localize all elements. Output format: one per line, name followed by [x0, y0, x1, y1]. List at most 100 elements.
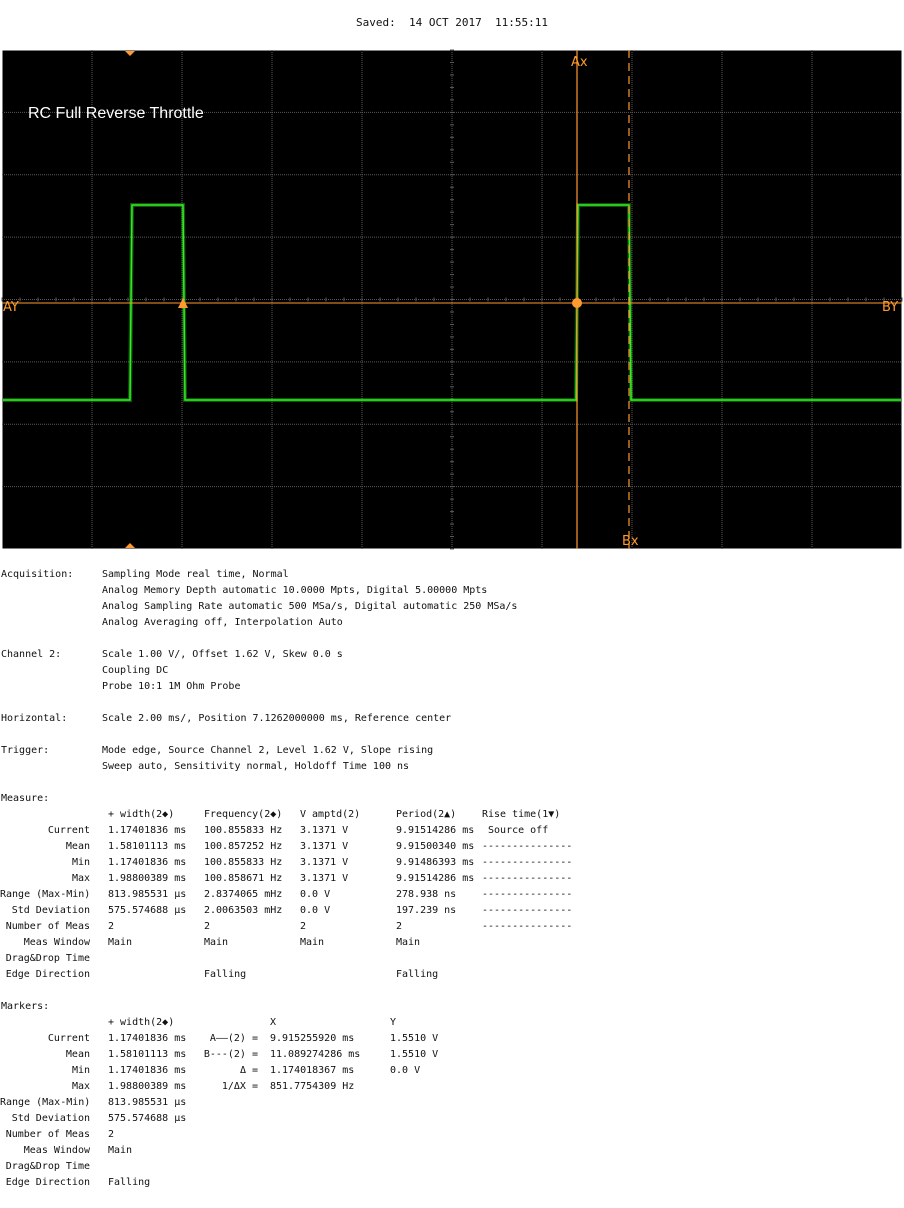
acquisition-line: Sampling Mode real time, Normal [102, 569, 289, 580]
measure-cell: 100.855833 Hz [204, 825, 283, 836]
channel2-line: Coupling DC [102, 665, 169, 676]
measure-column-header: Frequency(2◆) [204, 809, 283, 820]
waveform-graticule: RC Full Reverse Throttle Ax Bx AY BY [0, 48, 904, 551]
markers-y-cell: 1.5510 V [390, 1033, 439, 1044]
markers-width-cell: 1.17401836 ms [108, 1033, 187, 1044]
markers-row-label: Current [47, 1033, 90, 1044]
markers-width-cell: 1.98800389 ms [108, 1081, 187, 1092]
measure-cell: 813.985531 µs [108, 889, 187, 900]
measure-cell: 3.1371 V [300, 873, 349, 884]
measure-cell: 1.17401836 ms [108, 825, 187, 836]
measure-column-header: V amptd(2) [300, 809, 361, 820]
measure-cell: 3.1371 V [300, 841, 349, 852]
measure-cell: 2 [300, 921, 307, 932]
measure-row-label: Number of Meas [5, 921, 90, 932]
measure-row-label: Range (Max-Min) [0, 889, 91, 900]
measure-cell: Main [300, 937, 325, 948]
measure-label: Measure: [1, 793, 50, 804]
markers-width-cell: 813.985531 µs [108, 1097, 187, 1108]
measure-cell: 0.0 V [300, 905, 331, 916]
measure-cell: 575.574688 µs [108, 905, 187, 916]
markers-x-cell: 11.089274286 ms [270, 1049, 361, 1060]
markers-width-cell: 1.17401836 ms [108, 1065, 187, 1076]
horizontal-label: Horizontal: [1, 713, 68, 724]
measure-row-label: Drag&Drop Time [5, 953, 90, 964]
measure-cell: 0.0 V [300, 889, 331, 900]
marker-label-ax: Ax [571, 55, 588, 70]
markers-cursor-label: B---(2) = [203, 1049, 258, 1060]
measure-cell: 1.58101113 ms [108, 841, 187, 852]
measure-cell: --------------- [482, 921, 573, 932]
markers-x-cell: 1.174018367 ms [270, 1065, 355, 1076]
acquisition-line: Analog Sampling Rate automatic 500 MSa/s… [102, 601, 518, 612]
markers-cursor-label: Δ = [239, 1065, 258, 1076]
acquisition-line: Analog Averaging off, Interpolation Auto [102, 617, 343, 628]
markers-y-header: Y [390, 1017, 397, 1028]
markers-row-label: Min [71, 1065, 90, 1076]
measure-cell: 2 [108, 921, 115, 932]
channel2-line: Probe 10:1 1M Ohm Probe [102, 681, 241, 692]
markers-width-cell: 1.58101113 ms [108, 1049, 187, 1060]
measure-cell: --------------- [482, 889, 573, 900]
measure-row-label: Mean [65, 841, 90, 852]
measure-cell: 9.91514286 ms [396, 825, 475, 836]
measure-row-label: Min [71, 857, 90, 868]
trigger-line: Sweep auto, Sensitivity normal, Holdoff … [102, 761, 410, 772]
measure-cell: Falling [204, 969, 247, 980]
markers-x-cell: 9.915255920 ms [270, 1033, 355, 1044]
measure-cell: Falling [396, 969, 439, 980]
marker-label-bx: Bx [622, 534, 639, 549]
markers-y-cell: 1.5510 V [390, 1049, 439, 1060]
markers-width-cell: 575.574688 µs [108, 1113, 187, 1124]
markers-row-label: Max [71, 1081, 90, 1092]
channel2-line: Scale 1.00 V/, Offset 1.62 V, Skew 0.0 s [102, 649, 343, 660]
marker-label-by: BY [882, 300, 898, 315]
measure-column-header: Period(2▲) [396, 809, 457, 820]
measure-cell: 100.857252 Hz [204, 841, 283, 852]
cursor-a-point [572, 298, 582, 308]
measure-cell: 2 [204, 921, 211, 932]
measure-cell: 2 [396, 921, 403, 932]
measure-cell: 9.91500340 ms [396, 841, 475, 852]
measure-row-label: Max [71, 873, 90, 884]
markers-width-header: + width(2◆) [108, 1017, 175, 1028]
measure-cell: 197.239 ns [396, 905, 457, 916]
measure-cell: --------------- [482, 873, 573, 884]
acquisition-line: Analog Memory Depth automatic 10.0000 Mp… [102, 585, 488, 596]
trigger-line: Mode edge, Source Channel 2, Level 1.62 … [102, 745, 434, 756]
measure-row-label: Meas Window [23, 937, 90, 948]
measure-cell: --------------- [482, 857, 573, 868]
markers-row-label: Std Deviation [11, 1113, 90, 1124]
markers-label: Markers: [1, 1001, 50, 1012]
horizontal-line: Scale 2.00 ms/, Position 7.1262000000 ms… [102, 713, 452, 724]
marker-label-ay: AY [3, 300, 19, 315]
measure-column-header: + width(2◆) [108, 809, 175, 820]
markers-row-label: Meas Window [23, 1145, 90, 1156]
markers-row-label: Edge Direction [5, 1177, 90, 1188]
markers-x-cell: 851.7754309 Hz [270, 1081, 355, 1092]
markers-row-label: Number of Meas [5, 1129, 90, 1140]
trigger-label: Trigger: [1, 745, 50, 756]
measure-row-label: Current [47, 825, 90, 836]
measure-cell: 1.17401836 ms [108, 857, 187, 868]
markers-row-label: Drag&Drop Time [5, 1161, 90, 1172]
markers-width-cell: Falling [108, 1177, 151, 1188]
acquisition-label: Acquisition: [1, 569, 74, 580]
measure-cell: 3.1371 V [300, 825, 349, 836]
measure-cell: 2.0063503 mHz [204, 905, 283, 916]
channel2-label: Channel 2: [1, 649, 62, 660]
markers-cursor-label: A——(2) = [209, 1033, 258, 1044]
measure-cell: 9.91486393 ms [396, 857, 475, 868]
markers-row-label: Mean [65, 1049, 90, 1060]
markers-width-cell: 2 [108, 1129, 115, 1140]
measure-cell: 100.855833 Hz [204, 857, 283, 868]
measure-row-label: Edge Direction [5, 969, 90, 980]
markers-y-cell: 0.0 V [390, 1065, 421, 1076]
measure-cell: 278.938 ns [396, 889, 457, 900]
markers-row-label: Range (Max-Min) [0, 1097, 91, 1108]
measure-row-label: Std Deviation [11, 905, 90, 916]
scope-title: RC Full Reverse Throttle [28, 105, 204, 122]
measure-cell: --------------- [482, 841, 573, 852]
measure-cell: 2.8374065 mHz [204, 889, 283, 900]
measure-column-header: Rise time(1▼) [482, 809, 561, 820]
